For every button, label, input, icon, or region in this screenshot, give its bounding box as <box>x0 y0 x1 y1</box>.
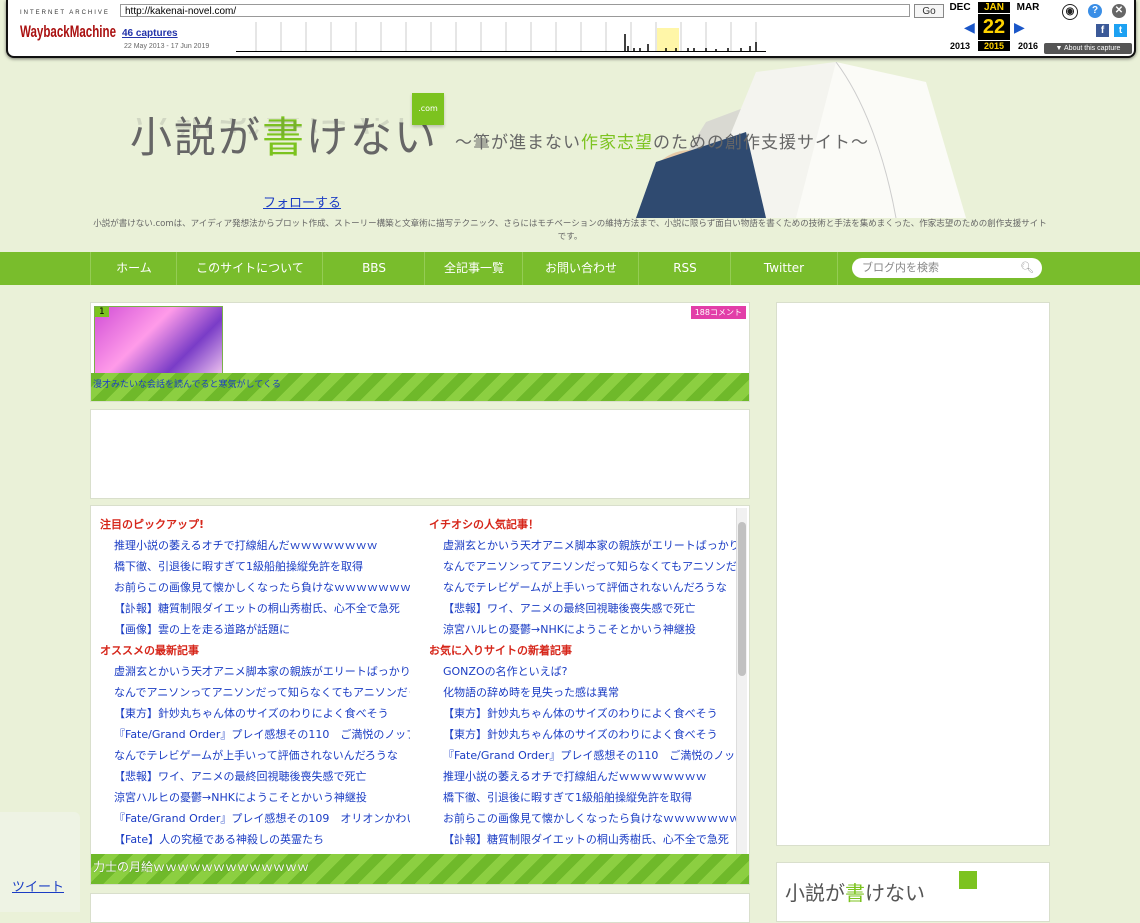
scrollbar[interactable] <box>736 508 747 854</box>
wayback-toolbar: INTERNET ARCHIVE WaybackMachine http://k… <box>6 0 1136 58</box>
featured-thumbnail[interactable] <box>94 306 223 378</box>
link-list-panel: 注目のピックアップ! 推理小説の萎えるオチで打線組んだｗｗｗｗｗｗｗｗ 橋下徹、引退… <box>90 505 750 885</box>
prev-arrow-icon[interactable]: ◀ <box>964 19 975 36</box>
year-next[interactable]: 2016 <box>1012 41 1044 51</box>
com-badge: .com <box>412 93 444 125</box>
article-link[interactable]: 涼宮ハルヒの憂鬱→NHKにようこそとかいう神継投 <box>429 619 739 640</box>
link-section-heading: お気に入りサイトの新着記事 <box>429 644 572 657</box>
article-link[interactable]: 『Fate/Grand Order』プレイ感想その110 ご満悦のノッブ <box>100 724 410 745</box>
url-input[interactable]: http://kakenai-novel.com/ <box>120 4 910 17</box>
comment-count-badge: 188コメント <box>690 306 746 319</box>
article-link[interactable]: 『Fate/Grand Order』プレイ感想その110 ご満悦のノッブ <box>429 745 739 766</box>
link-footer-caption[interactable]: 力士の月給ｗｗｗｗｗｗｗｗｗｗｗｗｗ <box>93 858 309 875</box>
user-icon[interactable]: ◉ <box>1062 4 1078 20</box>
article-link[interactable]: GONZOの名作といえば? <box>429 661 739 682</box>
article-link[interactable]: 【画像】雲の上を走る道路が話題に <box>100 619 410 640</box>
article-link[interactable]: なんでテレビゲームが上手いって評価されないんだろうな <box>429 577 739 598</box>
capture-day: 22 <box>978 14 1010 40</box>
article-link[interactable]: 『Fate/Grand Order』プレイ感想その109 オリオンかわいい <box>100 808 410 829</box>
link-column-right: イチオシの人気記事！ 虚淵玄とかいう天才アニメ脚本家の親族がエリートばっかりな件な… <box>429 514 739 850</box>
tweet-link[interactable]: ツイート <box>12 876 64 895</box>
sidebar-logo-panel: 小説が書けない <box>776 862 1050 922</box>
article-link[interactable]: 【悲報】ワイ、アニメの最終回視聴後喪失感で死亡 <box>100 766 410 787</box>
article-link[interactable]: 【東方】針妙丸ちゃん体のサイズのわりによく食べそう <box>429 703 739 724</box>
month-prev[interactable]: DEC <box>944 2 976 13</box>
article-link[interactable]: なんでアニソンってアニソンだって知らなくてもアニソンだってわかるの？ <box>100 682 410 703</box>
article-link[interactable]: 橋下徹、引退後に暇すぎて1級船舶操縦免許を取得 <box>100 556 410 577</box>
wayback-logo-text: WaybackMachine <box>20 22 116 41</box>
next-arrow-icon[interactable]: ▶ <box>1014 19 1025 36</box>
nav-contact[interactable]: お問い合わせ <box>522 252 639 285</box>
article-link[interactable]: 【悲報】ワイ、アニメの最終回視聴後喪失感で死亡 <box>429 598 739 619</box>
sidebar-panel <box>776 302 1050 846</box>
global-nav: ホーム このサイトについて BBS 全記事一覧 お問い合わせ RSS Twitt… <box>0 252 1140 285</box>
ia-label: INTERNET ARCHIVE <box>20 10 110 16</box>
about-capture-button[interactable]: ▼ About this capture <box>1044 43 1132 54</box>
article-link[interactable]: お前らこの画像見て懐かしくなったら負けなｗｗｗｗｗｗｗ <box>100 577 410 598</box>
twitter-icon[interactable]: t <box>1114 24 1127 37</box>
ad-panel <box>90 409 750 499</box>
article-link[interactable]: 化物語の辞め時を見失った感は異常 <box>429 682 739 703</box>
article-link[interactable]: 推理小説の萎えるオチで打線組んだｗｗｗｗｗｗｗｗ <box>100 535 410 556</box>
article-link[interactable]: 推理小説の萎えるオチで打線組んだｗｗｗｗｗｗｗｗ <box>429 766 739 787</box>
site-title-reflection: 小説が書けない <box>130 118 438 148</box>
sidebar-site-title[interactable]: 小説が書けない <box>785 877 925 906</box>
search-icon[interactable]: 🔍︎ <box>1020 258 1034 278</box>
article-link[interactable]: 虚淵玄とかいう天才アニメ脚本家の親族がエリートばっかりな件 <box>429 535 739 556</box>
link-section-heading: オススメの最新記事 <box>100 644 199 657</box>
nav-all-articles[interactable]: 全記事一覧 <box>424 252 523 285</box>
site-subtitle: ～筆が進まない作家志望のための創作支援サイト～ <box>455 133 869 153</box>
wayback-logo[interactable]: WaybackMachine <box>18 19 118 41</box>
help-icon[interactable]: ? <box>1088 4 1102 18</box>
capture-range: 22 May 2013 - 17 Jun 2019 <box>124 43 210 50</box>
captures-link[interactable]: 46 captures <box>122 28 178 39</box>
site-header: 小説が書けない 小説が書けない .com ～筆が進まない作家志望のための創作支援… <box>0 56 1140 251</box>
link-section-heading: イチオシの人気記事！ <box>429 518 539 531</box>
nav-rss[interactable]: RSS <box>638 252 731 285</box>
tweet-widget: ツイート <box>0 812 80 912</box>
article-link[interactable]: 【東方】針妙丸ちゃん体のサイズのわりによく食べそう <box>100 703 410 724</box>
link-section-heading: 注目のピックアップ! <box>100 518 205 531</box>
rank-badge: 1 <box>95 307 109 317</box>
featured-caption[interactable]: 漫才みたいな会話を読んでると寒気がしてくる <box>93 377 281 390</box>
month-current: JAN <box>978 2 1010 13</box>
article-link[interactable]: 涼宮ハルヒの憂鬱→NHKにようこそとかいう神継投 <box>100 787 410 808</box>
nav-about[interactable]: このサイトについて <box>176 252 323 285</box>
nav-twitter[interactable]: Twitter <box>730 252 838 285</box>
sidebar-com-badge <box>959 871 977 889</box>
nav-bbs[interactable]: BBS <box>322 252 425 285</box>
bottom-panel <box>90 893 750 923</box>
article-link[interactable]: お前らこの画像見て懐かしくなったら負けなｗｗｗｗｗｗｗ <box>429 808 739 829</box>
article-link[interactable]: 【訃報】糖質制限ダイエットの桐山秀樹氏、心不全で急死 <box>429 829 739 850</box>
scrollbar-thumb[interactable] <box>738 522 746 676</box>
capture-sparkline[interactable] <box>236 22 766 52</box>
nav-home[interactable]: ホーム <box>90 252 177 285</box>
year-prev[interactable]: 2013 <box>944 41 976 51</box>
search-placeholder: ブログ内を検索 <box>862 261 939 274</box>
article-link[interactable]: なんでアニソンってアニソンだって知らなくてもアニソンだってわかるの？ <box>429 556 739 577</box>
month-next[interactable]: MAR <box>1012 2 1044 13</box>
go-button[interactable]: Go <box>914 4 944 18</box>
article-link[interactable]: 【Fate】人の究極である神殺しの英霊たち <box>100 829 410 850</box>
facebook-icon[interactable]: f <box>1096 24 1109 37</box>
featured-article[interactable]: 1 188コメント 漫才みたいな会話を読んでると寒気がしてくる <box>90 302 750 402</box>
article-link[interactable]: 虚淵玄とかいう天才アニメ脚本家の親族がエリートばっかりな件 <box>100 661 410 682</box>
year-current: 2015 <box>978 41 1010 51</box>
search-input[interactable]: ブログ内を検索 🔍︎ <box>852 258 1042 278</box>
link-column-left: 注目のピックアップ! 推理小説の萎えるオチで打線組んだｗｗｗｗｗｗｗｗ 橋下徹、引退… <box>100 514 410 850</box>
article-link[interactable]: 橋下徹、引退後に暇すぎて1級船舶操縦免許を取得 <box>429 787 739 808</box>
article-link[interactable]: 【訃報】糖質制限ダイエットの桐山秀樹氏、心不全で急死 <box>100 598 410 619</box>
follow-link[interactable]: フォローする <box>263 192 341 211</box>
featured-caption-bar: 漫才みたいな会話を読んでると寒気がしてくる <box>91 373 749 401</box>
link-footer-bar: 力士の月給ｗｗｗｗｗｗｗｗｗｗｗｗｗ <box>91 854 749 884</box>
close-icon[interactable]: ✕ <box>1112 4 1126 18</box>
site-description: 小説が書けない.comは、アイディア発想法からプロット作成、ストーリー構築と文章… <box>93 219 1047 242</box>
article-link[interactable]: 【東方】針妙丸ちゃん体のサイズのわりによく食べそう <box>429 724 739 745</box>
article-link[interactable]: なんでテレビゲームが上手いって評価されないんだろうな <box>100 745 410 766</box>
